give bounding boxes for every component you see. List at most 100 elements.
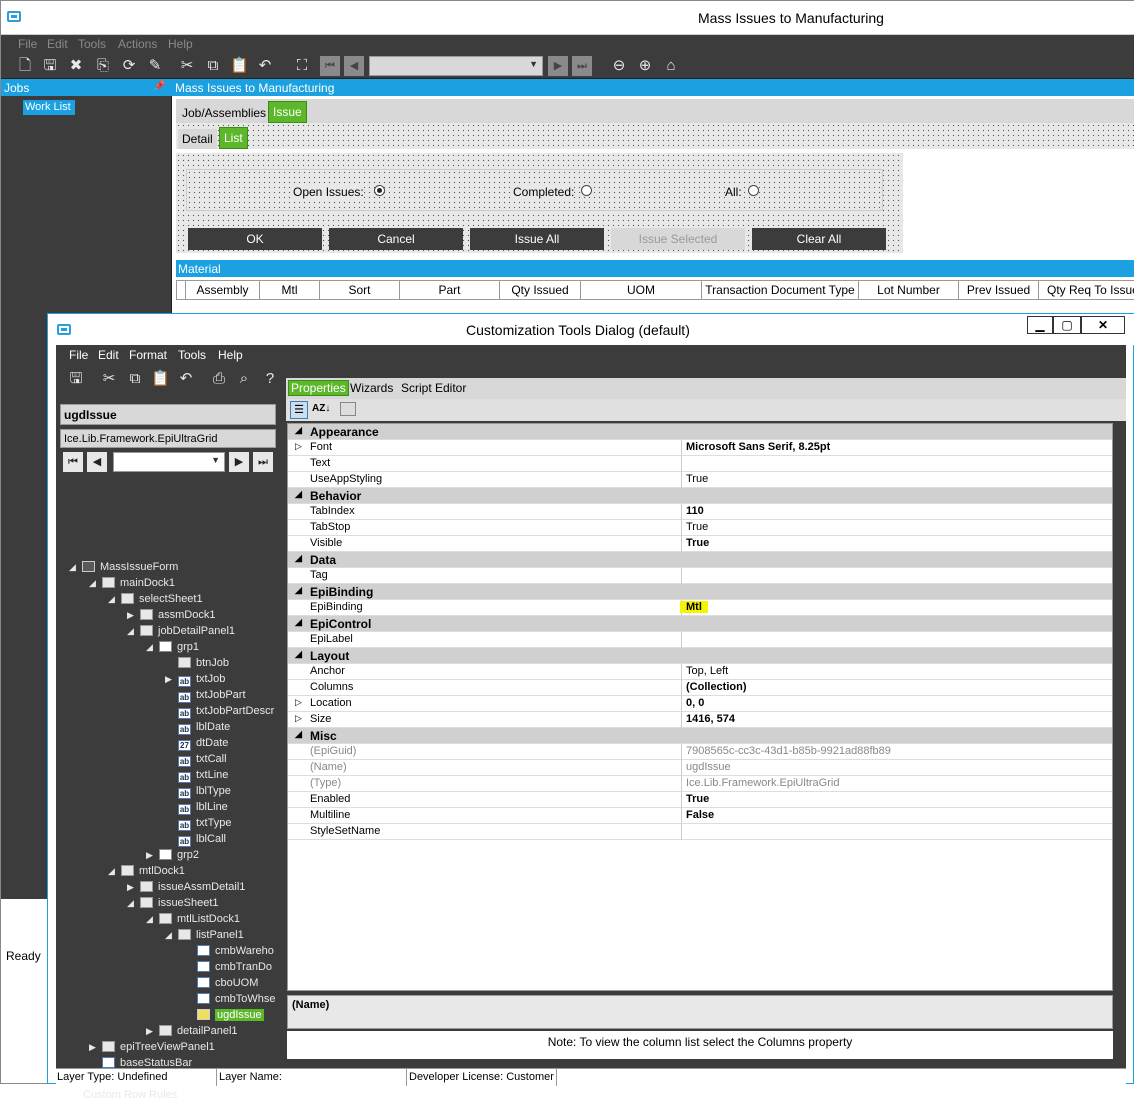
col-part[interactable]: Part [400,280,500,300]
search-icon[interactable]: ⛶ [293,57,311,75]
tree-node[interactable]: Custom Row Rules [83,1088,177,1103]
col-qty-issued[interactable]: Qty Issued [500,280,581,300]
tree-node[interactable]: ▶ epiTreeViewPanel1 [89,1040,215,1055]
property-row[interactable]: StyleSetName [288,824,1112,840]
tree-node[interactable]: ◢ listPanel1 [165,928,244,943]
maximize-button[interactable]: ▢ [1053,316,1081,334]
tree-node[interactable]: ab txtLine [178,768,228,783]
tab-issue[interactable]: Issue [268,101,307,123]
first-control-icon[interactable]: ⏮ [63,452,83,472]
undo-icon[interactable]: ↶ [177,370,195,388]
tree-node[interactable]: cmbWareho [197,944,274,959]
clear-icon[interactable]: ✎ [146,57,164,75]
cancel-button[interactable]: Cancel [329,228,463,250]
cut-icon[interactable]: ✂ [178,57,196,75]
tree-node[interactable]: btnJob [178,656,229,671]
col-sort[interactable]: Sort [320,280,400,300]
dialog-menu-help[interactable]: Help [218,348,243,362]
row-selector-header[interactable] [176,280,186,300]
tree-node[interactable]: ab txtType [178,816,231,831]
property-category[interactable]: ◢ Behavior [288,488,1112,504]
property-category[interactable]: ◢ EpiBinding [288,584,1112,600]
property-value[interactable]: 110 [686,505,704,517]
collapse-icon[interactable]: ◢ [295,617,302,628]
work-list-item[interactable]: Work List [23,100,75,115]
cut-icon[interactable]: ✂ [100,370,118,388]
tree-node[interactable]: ◢ jobDetailPanel1 [127,624,235,639]
tree-node[interactable]: ▶ assmDock1 [127,608,215,623]
property-row[interactable]: ▷ Font Microsoft Sans Serif, 8.25pt [288,440,1112,456]
issue-selected-button[interactable]: Issue Selected [611,228,745,250]
ok-button[interactable]: OK [188,228,322,250]
all-radio[interactable] [748,185,759,196]
save-icon[interactable]: 🖫 [67,370,85,388]
tree-node[interactable]: ◢ mtlDock1 [108,864,185,879]
close-button[interactable]: ✕ [1081,316,1125,334]
undo-icon[interactable]: ↶ [256,57,274,75]
paste-icon[interactable]: 📋 [230,57,249,75]
property-row[interactable]: (Type) Ice.Lib.Framework.EpiUltraGrid [288,776,1112,792]
property-row[interactable]: Enabled True [288,792,1112,808]
property-category[interactable]: ◢ Data [288,552,1112,568]
property-category[interactable]: ◢ Misc [288,728,1112,744]
refresh-icon[interactable]: ⟳ [120,57,138,75]
home-icon[interactable]: ⌂ [662,57,680,75]
collapse-icon[interactable]: ◢ [295,425,302,436]
property-value[interactable]: Microsoft Sans Serif, 8.25pt [686,441,830,453]
paste-icon[interactable]: 📋 [151,370,170,388]
copy-icon[interactable]: ⧉ [204,57,222,75]
property-value[interactable]: True [686,473,708,485]
menu-actions[interactable]: Actions [118,37,157,51]
clear-all-button[interactable]: Clear All [752,228,886,250]
property-value[interactable]: ugdIssue [686,761,731,773]
tree-node[interactable]: ◢ MassIssueForm [69,560,178,575]
control-selector[interactable]: ▼ [113,452,225,472]
last-record-icon[interactable]: ⏭ [572,56,592,76]
minimize-button[interactable]: ▁ [1027,316,1053,334]
tree-node[interactable]: ab lblCall [178,832,226,847]
col-prev-issued[interactable]: Prev Issued [959,280,1039,300]
dialog-menu-file[interactable]: File [69,348,88,362]
tab-list[interactable]: List [219,127,248,149]
collapse-icon[interactable]: ◢ [295,585,302,596]
menu-tools[interactable]: Tools [78,37,106,51]
menu-help[interactable]: Help [168,37,193,51]
issue-all-button[interactable]: Issue All [470,228,604,250]
tree-node[interactable]: ab txtCall [178,752,227,767]
property-value[interactable]: True [686,537,709,549]
property-row[interactable]: Visible True [288,536,1112,552]
completed-radio[interactable] [581,185,592,196]
menu-edit[interactable]: Edit [47,37,68,51]
print-preview-icon[interactable]: ⌕ [235,370,253,388]
tree-node[interactable]: ◢ selectSheet1 [108,592,203,607]
tree-node[interactable]: ab txtJobPartDescr [178,704,274,719]
prev-record-icon[interactable]: ◀ [344,56,364,76]
tab-wizards[interactable]: Wizards [350,381,393,395]
property-row[interactable]: Multiline False [288,808,1112,824]
tree-node[interactable]: ◢ mainDock1 [89,576,175,591]
first-record-icon[interactable]: ⏮ [320,56,340,76]
tree-node-selected[interactable]: ugdIssue [197,1008,264,1023]
tree-node[interactable]: cmbToWhse [197,992,276,1007]
property-row[interactable]: EpiLabel [288,632,1112,648]
menu-file[interactable]: File [18,37,37,51]
forward-icon[interactable]: ⊕ [636,57,654,75]
tab-properties[interactable]: Properties [288,380,349,396]
tree-node[interactable]: ▶ issueAssmDetail1 [127,880,245,895]
col-transaction-doc-type[interactable]: Transaction Document Type [702,280,859,300]
tree-node[interactable]: ab lblLine [178,800,228,815]
tree-node[interactable]: cmbTranDo [197,960,272,975]
property-value[interactable]: False [686,809,714,821]
tree-node[interactable]: ab lblType [178,784,231,799]
property-row[interactable]: (EpiGuid) 7908565c-cc3c-43d1-b85b-9921ad8… [288,744,1112,760]
tree-node[interactable]: ▶ grp2 [146,848,199,863]
help-icon[interactable]: ? [261,370,279,388]
print-icon[interactable]: ⎙ [210,370,228,388]
open-issues-radio[interactable] [374,185,385,196]
record-selector[interactable]: ▼ [369,56,543,76]
property-value[interactable]: (Collection) [686,681,747,693]
tree-node[interactable]: ab txtJobPart [178,688,246,703]
property-row[interactable]: TabStop True [288,520,1112,536]
attach-icon[interactable]: ⎘ [94,57,112,75]
copy-icon[interactable]: ⧉ [126,370,144,388]
